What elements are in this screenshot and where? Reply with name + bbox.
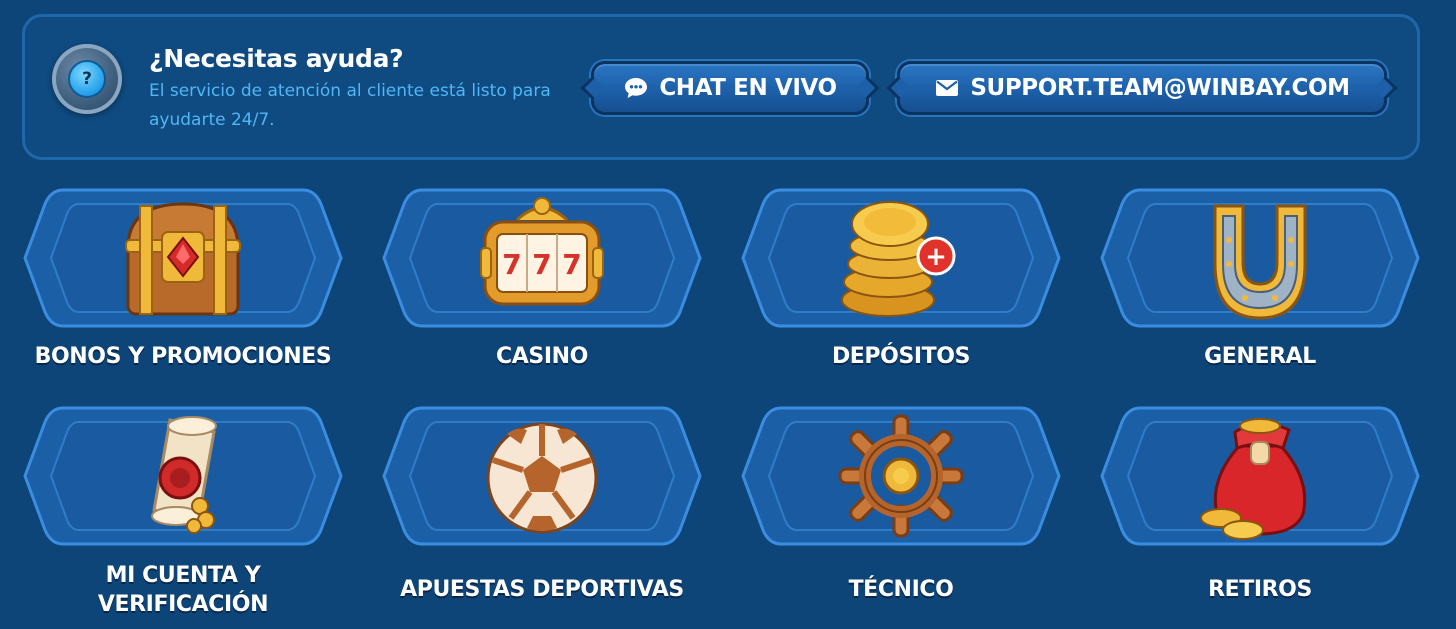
category-depositos[interactable]: + bbox=[741, 188, 1061, 328]
live-chat-label: CHAT EN VIVO bbox=[659, 75, 837, 101]
help-description: El servicio de atención al cliente está … bbox=[149, 81, 551, 130]
chat-bubble-icon bbox=[625, 78, 648, 98]
support-email-button[interactable]: SUPPORT.TEAM@WINBAY.COM bbox=[897, 61, 1387, 115]
ship-wheel-icon bbox=[838, 414, 964, 538]
category-label: RETIROS bbox=[1208, 577, 1312, 602]
category-mi-cuenta[interactable] bbox=[23, 406, 343, 546]
category-general[interactable] bbox=[1100, 188, 1420, 328]
category-retiros[interactable] bbox=[1100, 406, 1420, 546]
category-apuestas-deportivas[interactable] bbox=[382, 406, 702, 546]
envelope-icon bbox=[936, 80, 959, 96]
question-mark: ? bbox=[68, 60, 106, 98]
category-casino[interactable]: 7 7 7 bbox=[382, 188, 702, 328]
category-label: TÉCNICO bbox=[848, 577, 954, 602]
help-banner: ? ¿Necesitas ayuda? El servicio de atenc… bbox=[22, 14, 1420, 160]
category-label: BONOS Y PROMOCIONES bbox=[34, 344, 332, 369]
reel-3: 7 bbox=[562, 248, 581, 281]
support-email-label: SUPPORT.TEAM@WINBAY.COM bbox=[970, 75, 1350, 101]
horseshoe-icon bbox=[1213, 204, 1307, 320]
live-chat-button[interactable]: CHAT EN VIVO bbox=[591, 61, 869, 115]
slot-machine-icon: 7 7 7 bbox=[480, 197, 604, 306]
category-tecnico[interactable] bbox=[741, 406, 1061, 546]
money-bag-icon bbox=[1200, 418, 1307, 540]
category-label: CASINO bbox=[496, 344, 588, 369]
soccer-ball-icon bbox=[486, 422, 598, 534]
reel-1: 7 bbox=[502, 248, 521, 281]
treasure-chest-icon bbox=[125, 202, 241, 316]
category-label: APUESTAS DEPORTIVAS bbox=[400, 577, 684, 602]
plus-badge: + bbox=[925, 242, 947, 272]
sealed-scroll-icon bbox=[151, 416, 217, 534]
reel-2: 7 bbox=[532, 248, 551, 281]
category-label: DEPÓSITOS bbox=[831, 344, 971, 369]
category-label: MI CUENTA Y VERIFICACIÓN bbox=[97, 563, 269, 617]
question-icon: ? bbox=[52, 44, 122, 114]
help-title: ¿Necesitas ayuda? bbox=[149, 44, 404, 73]
coin-stack-plus-icon: + bbox=[841, 201, 956, 317]
category-bonos-promociones[interactable] bbox=[23, 188, 343, 328]
category-label: GENERAL bbox=[1204, 344, 1316, 369]
